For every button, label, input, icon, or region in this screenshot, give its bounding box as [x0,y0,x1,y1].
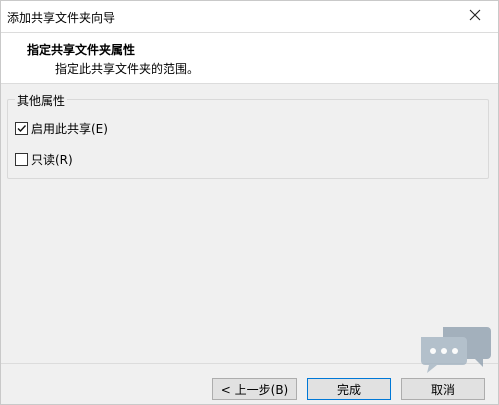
close-icon [469,9,481,24]
cancel-button[interactable]: 取消 [401,378,485,400]
read-only-label: 只读(R) [31,153,73,167]
window-title: 添加共享文件夹向导 [7,11,116,25]
page-description: 指定此共享文件夹的范围。 [55,62,200,76]
checkbox-unchecked[interactable] [15,153,28,166]
enable-share-label: 启用此共享(E) [31,122,108,136]
page-title: 指定共享文件夹属性 [27,43,136,57]
finish-button[interactable]: 完成 [307,378,391,400]
checkbox-checked[interactable] [15,122,28,135]
read-only-checkbox[interactable]: 只读(R) [15,151,73,168]
close-button[interactable] [452,1,498,32]
wizard-dialog: 添加共享文件夹向导 指定共享文件夹属性 指定此共享文件夹的范围。 其他属性 启用… [0,0,499,405]
group-legend: 其他属性 [15,92,68,109]
back-button[interactable]: < 上一步(B) [212,378,297,400]
chat-bubble-watermark-icon [419,323,493,375]
wizard-header: 指定共享文件夹属性 指定此共享文件夹的范围。 [1,33,498,84]
enable-share-checkbox[interactable]: 启用此共享(E) [15,120,108,137]
title-bar: 添加共享文件夹向导 [1,1,498,33]
other-properties-group: 其他属性 启用此共享(E) 只读(R) [7,92,489,179]
